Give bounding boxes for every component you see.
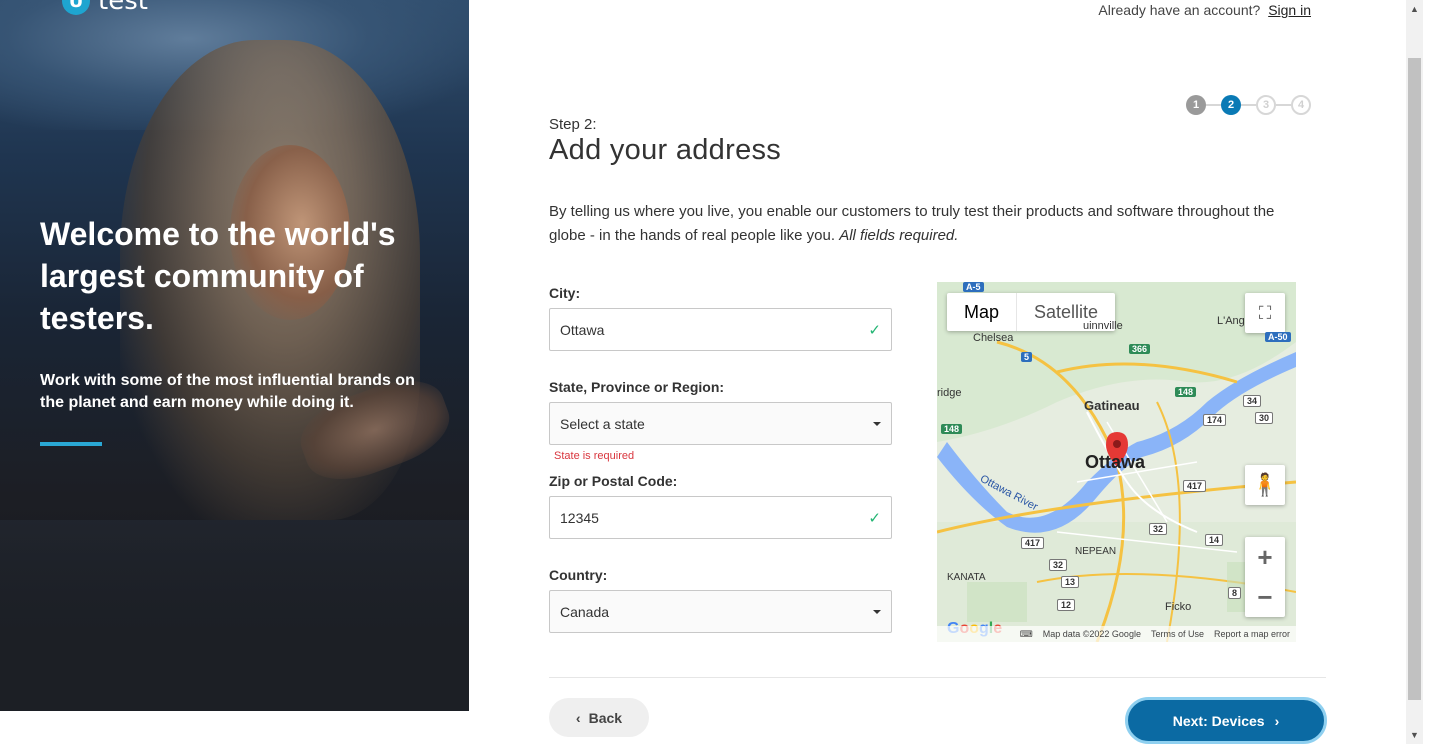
country-select[interactable]: Canada — [549, 590, 892, 633]
step-1-indicator: 1 — [1186, 95, 1206, 115]
back-label: Back — [588, 709, 623, 726]
step-connector — [1241, 104, 1256, 106]
hero-panel: U test Welcome to the world's largest co… — [0, 0, 469, 711]
dropdown-caret-icon — [873, 609, 881, 614]
keyboard-icon[interactable]: ⌨ — [1020, 629, 1033, 640]
intro-emphasis: All fields required. — [839, 227, 959, 244]
scroll-down-arrow-icon[interactable]: ▼ — [1410, 730, 1419, 740]
city-label: City: — [549, 285, 581, 301]
hero-accent-bar — [40, 442, 102, 446]
scroll-up-arrow-icon[interactable]: ▲ — [1410, 4, 1419, 14]
route-shield: 174 — [1203, 414, 1227, 426]
route-shield: 14 — [1205, 534, 1224, 546]
city-input[interactable]: Ottawa ✓ — [549, 308, 892, 351]
state-label: State, Province or Region: — [549, 379, 725, 395]
chevron-right-icon: › — [1274, 712, 1280, 729]
location-map[interactable]: Map Satellite ⛶ 🧍 + − Chelsea Gatineau O… — [937, 282, 1296, 642]
map-label-lange: L'Ang — [1217, 315, 1245, 327]
route-shield: 417 — [1021, 537, 1045, 549]
route-shield: A-5 — [963, 282, 984, 292]
route-shield: 417 — [1183, 480, 1207, 492]
route-shield: 13 — [1061, 576, 1080, 588]
map-label-ficko: Ficko — [1165, 601, 1192, 613]
page-scrollbar[interactable]: ▲ ▼ — [1406, 0, 1423, 744]
signin-link[interactable]: Sign in — [1268, 2, 1311, 18]
back-button[interactable]: ‹ Back — [549, 698, 649, 737]
signin-prompt: Already have an account? Sign in — [1098, 2, 1311, 18]
map-label-quinnville: uinnville — [1083, 320, 1123, 332]
map-label-ottawa: Ottawa — [1085, 452, 1146, 472]
checkmark-icon: ✓ — [868, 509, 881, 527]
logo-mark-icon: U — [62, 0, 90, 15]
zip-input[interactable]: 12345 ✓ — [549, 496, 892, 539]
route-shield: 366 — [1129, 344, 1151, 354]
step-4-indicator: 4 — [1291, 95, 1311, 115]
logo-text: test — [98, 0, 148, 16]
map-footer: ⌨ Map data ©2022 Google Terms of Use Rep… — [937, 626, 1296, 642]
route-shield: 30 — [1255, 412, 1274, 424]
state-select[interactable]: Select a state — [549, 402, 892, 445]
hero-headline: Welcome to the world's largest community… — [40, 216, 396, 336]
map-data-credit: Map data ©2022 Google — [1042, 629, 1141, 639]
fullscreen-icon[interactable]: ⛶ — [1245, 293, 1285, 333]
map-type-map-button[interactable]: Map — [947, 293, 1018, 331]
step-label: Step 2: — [549, 116, 597, 133]
map-report-error-link[interactable]: Report a map error — [1214, 629, 1290, 639]
hero-subtext: Work with some of the most influential b… — [40, 372, 415, 411]
zip-value: 12345 — [560, 509, 599, 526]
chevron-left-icon: ‹ — [575, 709, 581, 726]
route-shield: 32 — [1049, 559, 1068, 571]
hero-image-ground — [0, 520, 469, 711]
map-terms-link[interactable]: Terms of Use — [1151, 629, 1204, 639]
account-prompt-text: Already have an account? — [1098, 2, 1261, 18]
step-3-indicator: 3 — [1256, 95, 1276, 115]
page-title: Add your address — [549, 134, 782, 166]
map-label-gatineau: Gatineau — [1084, 398, 1140, 413]
pegman-icon[interactable]: 🧍 — [1245, 465, 1285, 505]
map-label-ridge: ridge — [937, 387, 962, 399]
intro-text: By telling us where you live, you enable… — [549, 200, 1309, 248]
next-label: Next: Devices — [1172, 712, 1265, 729]
route-shield: 8 — [1228, 587, 1242, 599]
form-divider — [549, 677, 1326, 678]
checkmark-icon: ✓ — [868, 321, 881, 339]
step-connector — [1206, 104, 1221, 106]
zoom-out-icon[interactable]: − — [1257, 577, 1272, 617]
city-value: Ottawa — [560, 321, 605, 338]
zoom-control: + − — [1245, 537, 1285, 617]
route-shield: 34 — [1243, 395, 1262, 407]
map-label-chelsea: Chelsea — [973, 332, 1014, 344]
scrollbar-thumb[interactable] — [1408, 58, 1421, 700]
step-connector — [1276, 104, 1291, 106]
logo[interactable]: U test — [62, 0, 148, 16]
zoom-in-icon[interactable]: + — [1257, 537, 1272, 577]
next-devices-button[interactable]: Next: Devices › — [1125, 697, 1327, 744]
country-label: Country: — [549, 567, 608, 583]
route-shield: 32 — [1149, 523, 1168, 535]
route-shield: 12 — [1057, 599, 1076, 611]
state-placeholder: Select a state — [560, 415, 645, 432]
route-shield: A-50 — [1265, 332, 1291, 342]
country-value: Canada — [560, 603, 610, 620]
zip-label: Zip or Postal Code: — [549, 473, 678, 489]
map-label-kanata: KANATA — [947, 572, 986, 583]
route-shield: 148 — [1175, 387, 1197, 397]
route-shield: 148 — [941, 424, 963, 434]
step-2-indicator: 2 — [1221, 95, 1241, 115]
route-shield: 5 — [1021, 352, 1033, 362]
progress-stepper: 1 2 3 4 — [1186, 95, 1311, 115]
dropdown-caret-icon — [873, 421, 881, 426]
map-label-nepean: NEPEAN — [1075, 546, 1117, 557]
state-error-message: State is required — [554, 450, 635, 462]
